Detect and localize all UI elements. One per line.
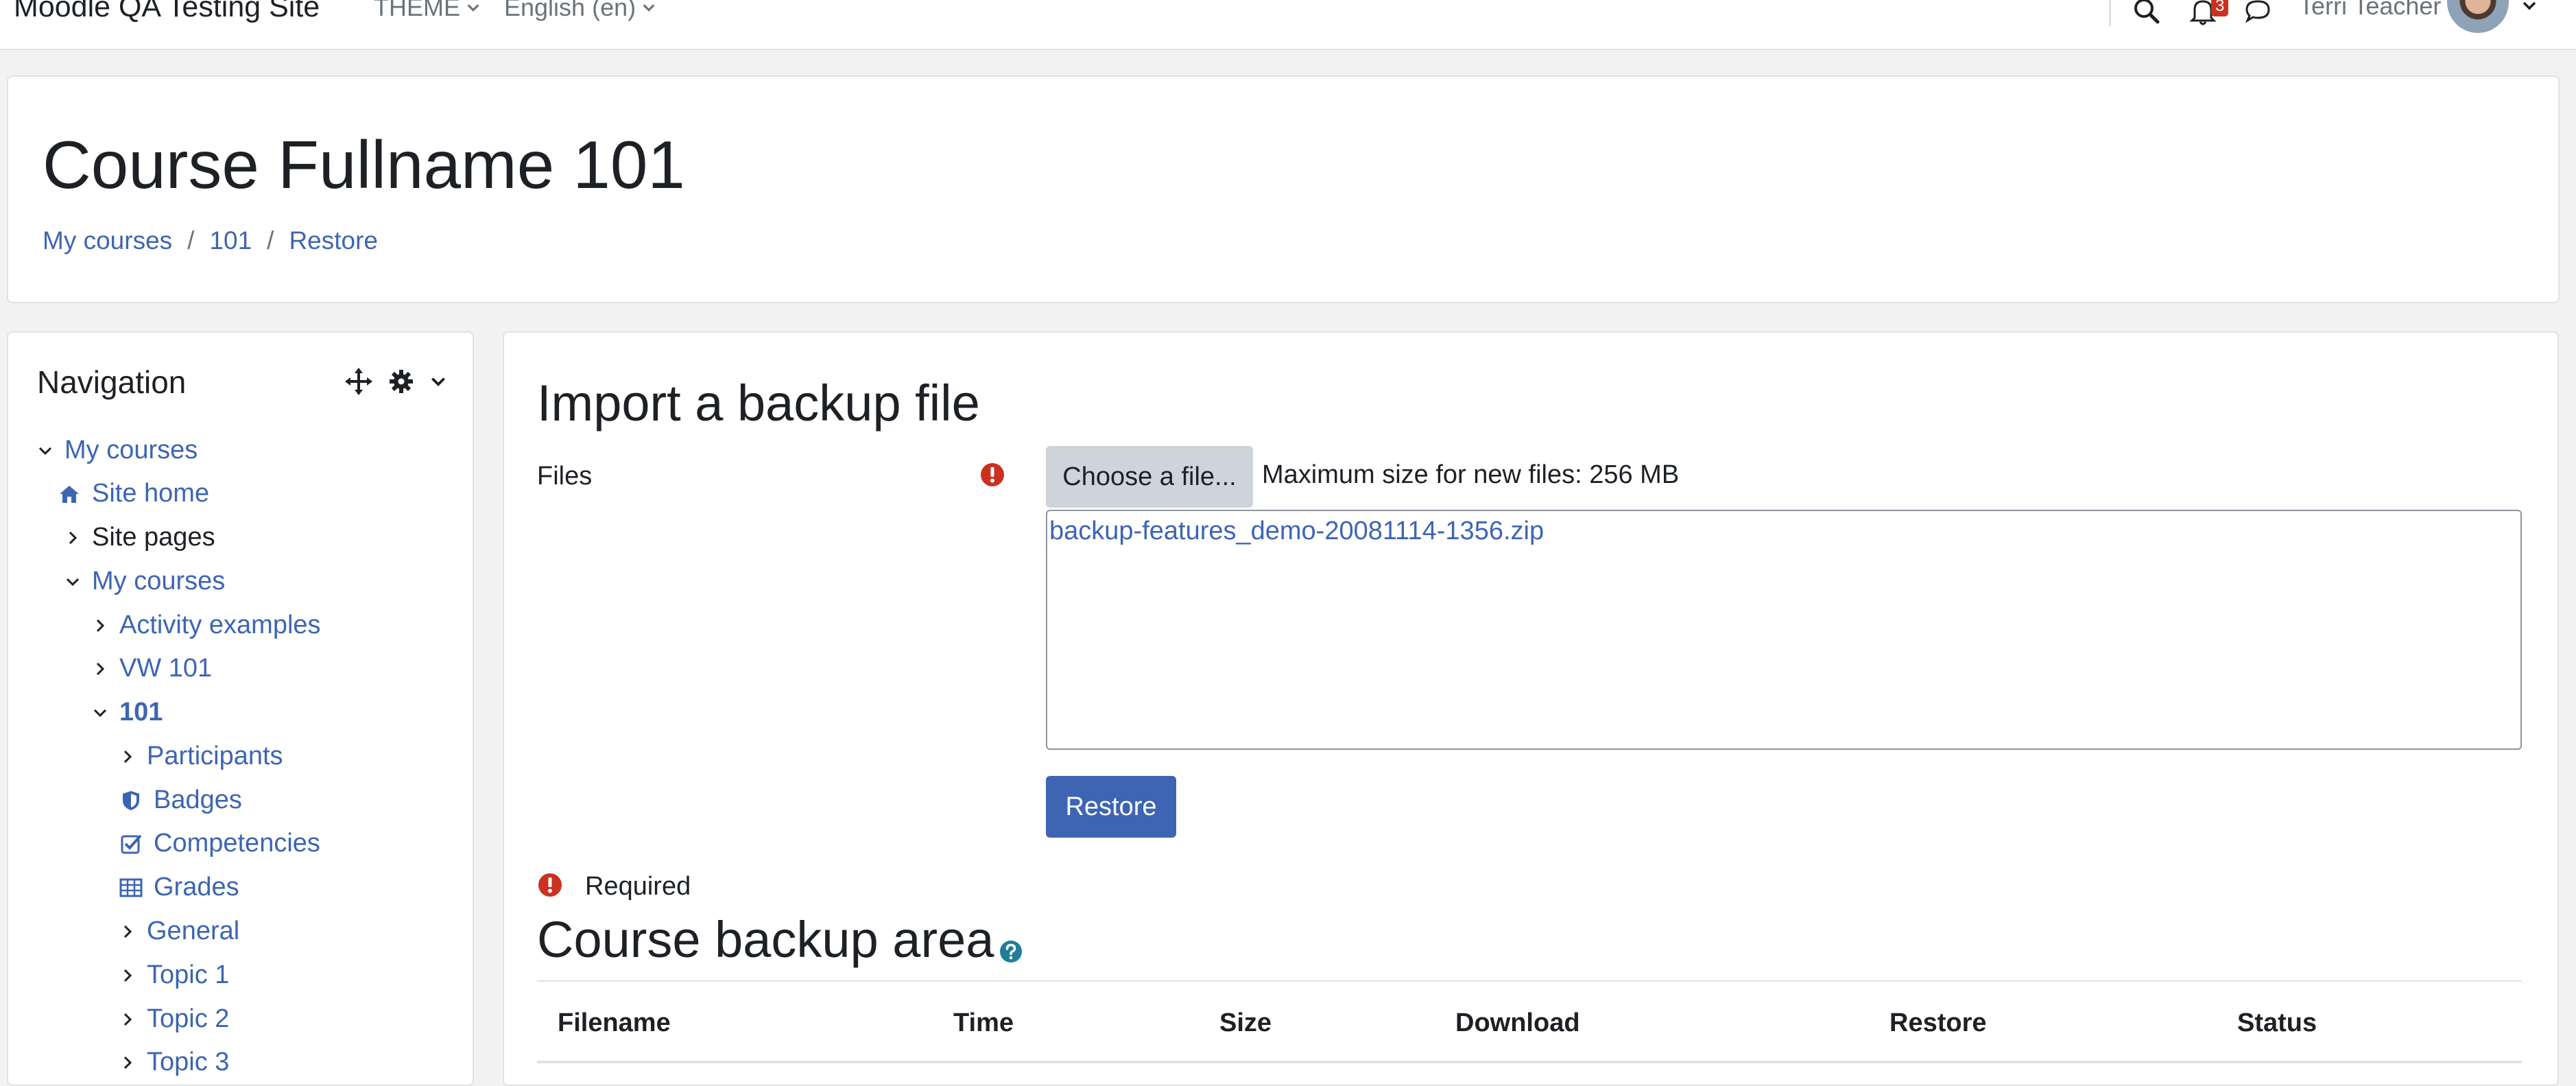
max-size-text: Maximum size for new files: 256 MB <box>1262 460 1680 489</box>
nav-item-label: Competencies <box>154 829 320 858</box>
chevron-right-icon <box>92 655 119 683</box>
chevron-right-icon <box>119 918 147 945</box>
chevron-right-icon <box>119 743 147 770</box>
nav-item-label: Topic 1 <box>147 960 230 989</box>
breadcrumb-separator: / <box>187 226 195 255</box>
nav-item-label: Participants <box>147 742 283 770</box>
nav-item-label: My courses <box>64 436 198 464</box>
breadcrumb-separator: / <box>267 226 274 255</box>
chevron-right-icon <box>64 524 92 552</box>
chevron-down-icon <box>37 437 64 464</box>
column-header-restore: Restore <box>1889 1008 1987 1037</box>
page-title: Course Fullname 101 <box>43 127 685 202</box>
file-link[interactable]: backup-features_demo-20081114-1356.zip <box>1049 517 1544 546</box>
navigation-block: Navigation My courses Site home Site pag… <box>7 331 474 1086</box>
nav-item-grades[interactable]: Grades <box>119 873 239 902</box>
user-name[interactable]: Terri Teacher <box>2299 0 2441 21</box>
search-icon[interactable] <box>2130 0 2163 27</box>
nav-item-my-courses[interactable]: My courses <box>64 567 225 596</box>
theme-menu-label: THEME <box>374 0 460 21</box>
table-header-border <box>537 1061 2522 1063</box>
navbar-divider <box>2109 0 2111 26</box>
language-menu-label: English (en) <box>504 0 636 21</box>
nav-item-label: VW 101 <box>119 654 213 683</box>
chevron-down-icon <box>643 4 655 12</box>
nav-item-participants[interactable]: Participants <box>119 742 283 771</box>
shield-icon <box>119 789 154 812</box>
help-icon[interactable] <box>999 940 1023 963</box>
column-header-time: Time <box>953 1008 1014 1037</box>
files-label: Files <box>537 462 593 491</box>
main-content: Import a backup file Files Choose a file… <box>503 331 2559 1086</box>
nav-item-activity-examples[interactable]: Activity examples <box>92 611 321 640</box>
nav-item-label: My courses <box>92 567 226 595</box>
column-header-status: Status <box>2237 1008 2317 1037</box>
nav-item-label: Topic 2 <box>147 1004 230 1033</box>
nav-item-label: 101 <box>119 698 163 727</box>
breadcrumb-item-course[interactable]: 101 <box>209 226 252 255</box>
column-header-size: Size <box>1219 1008 1272 1037</box>
table-icon <box>119 876 154 899</box>
move-icon[interactable] <box>344 367 373 396</box>
home-icon <box>58 482 92 506</box>
navigation-block-title: Navigation <box>37 364 187 400</box>
nav-item-label: Badges <box>154 786 242 814</box>
nav-item-site-pages[interactable]: Site pages <box>64 523 215 552</box>
file-drop-area[interactable]: backup-features_demo-20081114-1356.zip <box>1046 510 2522 750</box>
nav-item-site-home[interactable]: Site home <box>58 479 209 508</box>
nav-item-course-101[interactable]: 101 <box>92 698 163 727</box>
page-header: Course Fullname 101 My courses / 101 / R… <box>7 75 2560 303</box>
nav-item-vw-101[interactable]: VW 101 <box>92 654 212 683</box>
choose-file-button[interactable]: Choose a file... <box>1046 446 1253 508</box>
course-backup-area-title: Course backup area <box>537 911 994 968</box>
chevron-down-icon <box>92 699 119 727</box>
breadcrumb-item-restore[interactable]: Restore <box>289 226 378 255</box>
nav-item-label: General <box>147 917 240 945</box>
breadcrumb-item-my-courses[interactable]: My courses <box>43 226 172 255</box>
chevron-down-icon <box>467 4 479 12</box>
block-controls <box>344 367 447 396</box>
required-icon <box>981 463 1004 486</box>
nav-item-topic-1[interactable]: Topic 1 <box>119 960 229 990</box>
nav-item-label: Site pages <box>92 523 215 552</box>
column-header-download: Download <box>1455 1008 1580 1037</box>
nav-item-label: Activity examples <box>119 611 321 639</box>
course-backup-area-heading: Course backup area <box>537 910 1023 969</box>
checkbox-icon <box>119 832 154 855</box>
chat-bubble-icon[interactable] <box>2241 0 2274 27</box>
nav-item-my-courses-root[interactable]: My courses <box>37 436 198 465</box>
theme-menu[interactable]: THEME <box>374 0 481 22</box>
nav-item-topic-2[interactable]: Topic 2 <box>119 1004 229 1034</box>
chevron-right-icon <box>119 1049 147 1076</box>
chevron-down-icon[interactable] <box>2521 0 2538 14</box>
required-icon <box>538 873 562 897</box>
nav-item-label: Grades <box>154 873 239 901</box>
chevron-down-icon <box>64 568 92 595</box>
language-menu[interactable]: English (en) <box>504 0 656 22</box>
chevron-right-icon <box>119 962 147 989</box>
chevron-right-icon <box>92 612 119 639</box>
table-divider <box>537 980 2522 982</box>
nav-item-badges[interactable]: Badges <box>119 786 242 815</box>
column-header-filename: Filename <box>558 1008 671 1037</box>
chevron-right-icon <box>119 1006 147 1033</box>
import-backup-heading: Import a backup file <box>537 375 980 432</box>
nav-item-label: Topic 3 <box>147 1048 230 1076</box>
breadcrumb: My courses / 101 / Restore <box>43 226 378 255</box>
nav-item-label: Site home <box>92 479 210 508</box>
nav-item-competencies[interactable]: Competencies <box>119 829 320 858</box>
avatar[interactable] <box>2447 0 2509 33</box>
gear-icon[interactable] <box>387 367 416 396</box>
required-legend: Required <box>585 872 691 901</box>
top-navbar: Moodle QA Testing Site THEME English (en… <box>0 0 2576 50</box>
chevron-down-icon[interactable] <box>429 373 447 390</box>
restore-button[interactable]: Restore <box>1046 776 1176 838</box>
notification-count-badge: 3 <box>2211 0 2229 16</box>
site-name[interactable]: Moodle QA Testing Site <box>14 0 320 24</box>
nav-item-general[interactable]: General <box>119 917 239 946</box>
nav-item-topic-3[interactable]: Topic 3 <box>119 1048 229 1077</box>
